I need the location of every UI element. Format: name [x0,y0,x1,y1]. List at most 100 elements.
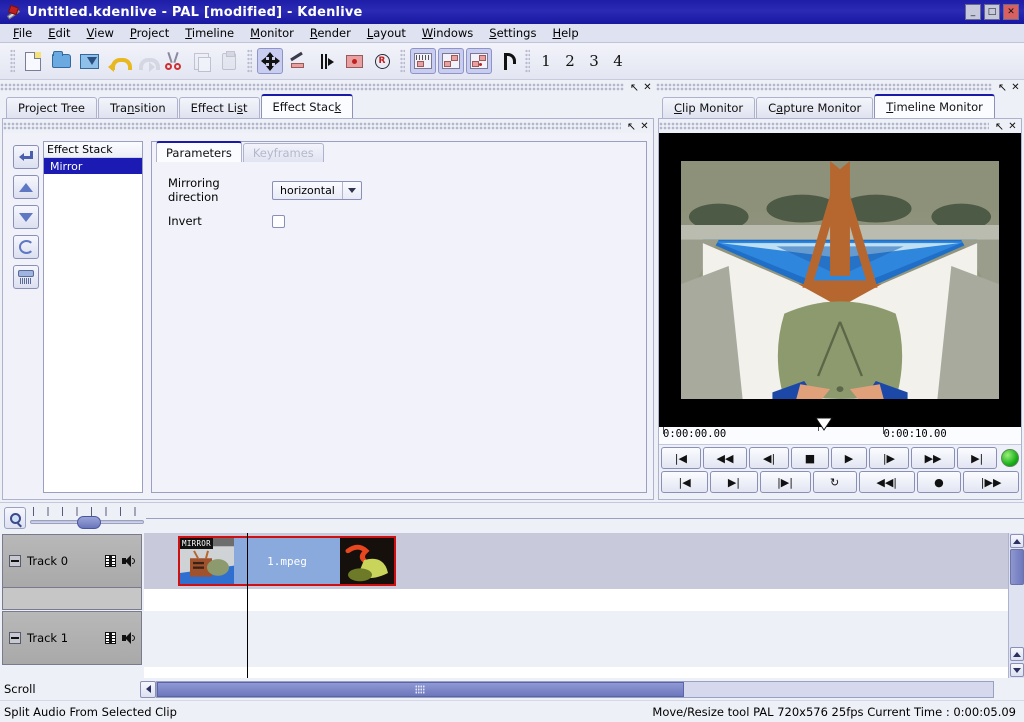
menu-item-edit[interactable]: Edit [41,24,77,42]
right-dock-float-icon[interactable]: ↖ [996,81,1009,93]
film-strip-icon[interactable] [105,632,116,644]
zone-in-button[interactable] [438,48,464,74]
right-dock-close-icon[interactable]: ✕ [1009,81,1022,93]
minimize-button[interactable]: _ [965,4,981,20]
move-effect-down-button[interactable] [13,205,39,229]
monitor-playhead-icon[interactable] [815,417,833,431]
scroll-left-button[interactable] [140,681,156,698]
stop-button[interactable]: ■ [791,447,829,469]
right-dock-grip[interactable] [656,83,992,91]
vscroll-thumb[interactable] [1010,549,1024,585]
tab-effect-list[interactable]: Effect List [179,97,260,118]
snap-button[interactable]: R [369,48,395,74]
toolbar-grip[interactable] [10,49,15,73]
close-button[interactable]: ✕ [1003,4,1019,20]
effect-stack-float-icon[interactable]: ↖ [625,120,638,132]
tab-parameters[interactable]: Parameters [156,141,242,162]
timeline-clip[interactable]: MIRROR 1.mpeg [178,536,396,586]
move-effect-up-button[interactable] [13,175,39,199]
timeline-tracks-area[interactable]: MIRROR 1.mpeg [144,533,1008,678]
collapse-track-icon[interactable] [9,555,21,567]
layout-button-4[interactable]: 4 [606,49,630,73]
layout-button-2[interactable]: 2 [558,49,582,73]
film-strip-icon[interactable] [105,555,116,567]
left-dock-float-icon[interactable]: ↖ [628,81,641,93]
menu-item-settings[interactable]: Settings [482,24,543,42]
zoom-slider-handle[interactable] [77,516,101,529]
fit-zoom-button[interactable] [494,48,520,74]
layout-button-3[interactable]: 3 [582,49,606,73]
zone-out-button[interactable] [466,48,492,74]
timeline-vertical-scrollbar[interactable] [1008,533,1024,678]
rewind-button[interactable]: ◀◀ [703,447,748,469]
tab-transition[interactable]: Transition [98,97,178,118]
tab-timeline-monitor[interactable]: Timeline Monitor [874,94,995,118]
menu-item-windows[interactable]: Windows [415,24,480,42]
save-project-button[interactable] [76,48,102,74]
toolbar-grip-2[interactable] [247,49,252,73]
timeline-playhead-cursor[interactable] [247,533,248,678]
monitor-screen[interactable] [659,133,1021,427]
menu-item-project[interactable]: Project [123,24,176,42]
loop-zone-button[interactable]: ↻ [813,471,857,493]
zone-out-button[interactable]: |▶▶ [963,471,1019,493]
monitor-ruler[interactable]: 0:00:00.00 0:00:10.00 [659,427,1021,445]
collapse-track-icon[interactable] [9,632,21,644]
toolbar-grip-4[interactable] [525,49,530,73]
menu-item-render[interactable]: Render [303,24,358,42]
tab-effect-stack[interactable]: Effect Stack [261,94,354,118]
menu-item-timeline[interactable]: Timeline [178,24,241,42]
paste-button[interactable] [216,48,242,74]
chevron-down-icon[interactable] [343,188,361,193]
new-project-button[interactable] [20,48,46,74]
open-project-button[interactable] [48,48,74,74]
redo-button[interactable] [132,48,158,74]
spacer-tool-button[interactable] [313,48,339,74]
zone-select-button[interactable]: |▶| [760,471,811,493]
play-button[interactable]: ▶ [831,447,867,469]
monitor-grip[interactable] [659,122,989,130]
zoom-magnifier-icon[interactable] [4,507,26,529]
left-dock-grip[interactable] [0,83,624,91]
timeline-ruler[interactable]: 00.000:00:10.000:00:20.000:00:30.000:00:… [146,518,1024,519]
tab-project-tree[interactable]: Project Tree [6,97,97,118]
go-end-button[interactable]: ▶| [957,447,997,469]
undo-button[interactable] [104,48,130,74]
forward-button[interactable]: ▶▶ [911,447,956,469]
monitor-float-icon[interactable]: ↖ [993,120,1006,132]
set-zone-end-button[interactable]: ▶| [710,471,757,493]
toolbar-grip-3[interactable] [400,49,405,73]
menu-item-help[interactable]: Help [545,24,585,42]
invert-checkbox[interactable] [272,215,285,228]
cut-button[interactable] [160,48,186,74]
timeline-horizontal-scrollbar[interactable] [140,681,994,698]
hscroll-thumb[interactable] [157,682,684,697]
track-header-0[interactable]: Track 0 [2,534,142,588]
menu-item-file[interactable]: File [6,24,39,42]
menu-item-layout[interactable]: Layout [360,24,413,42]
menu-item-monitor[interactable]: Monitor [243,24,301,42]
effect-stack-list[interactable]: Effect Stack Mirror [43,141,143,493]
left-dock-close-icon[interactable]: ✕ [641,81,654,93]
scroll-down-button-top[interactable] [1010,647,1024,661]
razor-tool-button[interactable] [285,48,311,74]
apply-effect-button[interactable] [13,145,39,169]
add-marker-button[interactable] [341,48,367,74]
speaker-icon[interactable] [122,555,135,567]
track-lane-1[interactable] [144,611,1008,667]
next-frame-button[interactable]: |▶ [869,447,909,469]
effect-list-item-mirror[interactable]: Mirror [44,158,142,174]
scroll-up-button[interactable] [1010,534,1024,548]
maximize-button[interactable]: □ [984,4,1000,20]
set-zone-start-button[interactable]: |◀ [661,471,708,493]
scroll-down-button[interactable] [1010,663,1024,677]
add-marker-button[interactable]: ● [917,471,962,493]
mirroring-direction-select[interactable]: horizontal [272,181,362,200]
track-header-1[interactable]: Track 1 [2,611,142,665]
go-start-button[interactable]: |◀ [661,447,701,469]
menu-item-view[interactable]: View [80,24,121,42]
monitor-close-icon[interactable]: ✕ [1006,120,1019,132]
zone-start-button[interactable] [410,48,436,74]
effect-stack-grip[interactable] [3,122,621,130]
tab-keyframes[interactable]: Keyframes [243,143,324,162]
